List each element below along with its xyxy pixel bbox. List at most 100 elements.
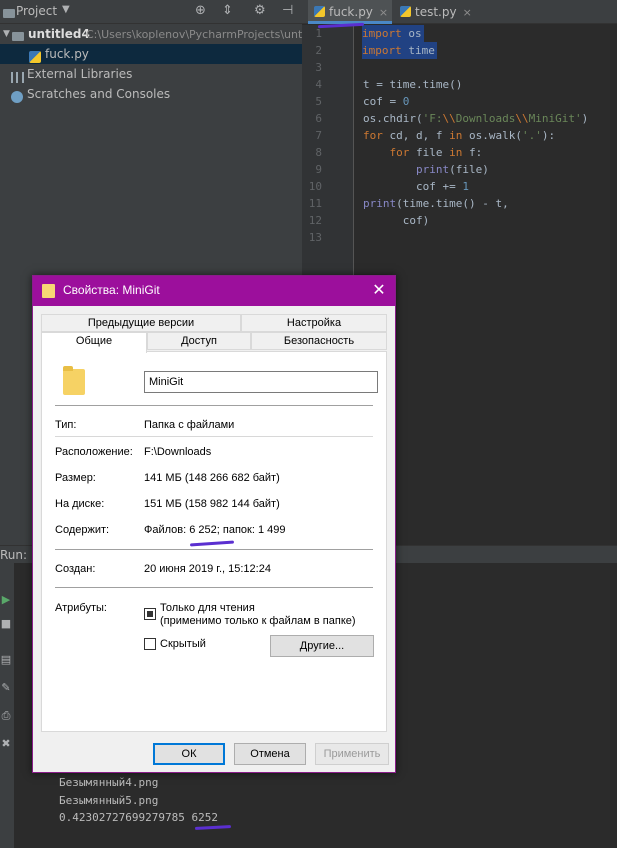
- console-line: 0.42302727699279785 6252: [59, 811, 218, 824]
- contains-label: Содержит:: [55, 524, 110, 536]
- tab-test-py[interactable]: test.py ×: [394, 0, 478, 24]
- divider: [55, 549, 373, 550]
- code-line: for cd, d, f in os.walk('.'):: [363, 129, 556, 142]
- tree-item-untitled4[interactable]: ▼ untitled4 C:\Users\koplenov\PycharmPro…: [0, 24, 302, 44]
- created-label: Создан:: [55, 563, 96, 575]
- code-line: cof = 0: [363, 95, 410, 108]
- code-line: for file in f:: [389, 146, 483, 159]
- folder-name-input[interactable]: [144, 371, 378, 393]
- type-value: Папка с файлами: [144, 419, 235, 431]
- tab-fuck-py[interactable]: fuck.py ×: [308, 0, 392, 24]
- location-value: F:\Downloads: [144, 446, 212, 458]
- line-number: 8: [315, 146, 322, 159]
- apply-button[interactable]: Применить: [315, 743, 389, 765]
- collapse-icon[interactable]: ⇕: [222, 3, 233, 18]
- readonly-note: (применимо только к файлам в папке): [160, 615, 356, 627]
- dialog-title: Свойства: MiniGit: [63, 283, 160, 297]
- project-name: untitled4: [28, 27, 90, 41]
- console-line: Безымянный5.png: [59, 794, 159, 807]
- dialog-titlebar[interactable]: Свойства: MiniGit ✕: [33, 276, 395, 306]
- code-line: import time: [362, 42, 437, 59]
- code-line: print(file): [415, 163, 489, 176]
- console-line: Безымянный4.png: [59, 776, 159, 789]
- line-number: 1: [315, 27, 322, 40]
- chevron-down-icon[interactable]: ▼: [62, 4, 70, 15]
- tab-customize[interactable]: Настройка: [241, 314, 387, 332]
- readonly-label: Только для чтения: [160, 602, 255, 614]
- tree-item-label: Scratches and Consoles: [27, 87, 171, 101]
- line-number: 11: [308, 197, 322, 210]
- advanced-button[interactable]: Другие...: [270, 635, 374, 657]
- folder-icon: [42, 284, 55, 298]
- tab-label: fuck.py: [329, 5, 373, 19]
- code-line: cof += 1: [363, 180, 469, 193]
- attributes-label: Атрибуты:: [55, 602, 107, 614]
- type-label: Тип:: [55, 419, 77, 431]
- expand-arrow-icon[interactable]: ▼: [3, 29, 10, 39]
- project-toolbar: Project ▼ ⊕ ⇕ ⚙ ⊣: [0, 0, 302, 24]
- tree-item-scratches[interactable]: Scratches and Consoles: [0, 84, 302, 104]
- code-line: cof): [363, 214, 430, 227]
- line-number: 13: [308, 231, 322, 244]
- line-number: 4: [315, 78, 322, 91]
- hide-icon[interactable]: ⊣: [282, 3, 293, 18]
- line-number: 12: [308, 214, 322, 227]
- size-value: 141 МБ (148 266 682 байт): [144, 472, 280, 484]
- tab-general[interactable]: Общие: [41, 332, 147, 353]
- print-icon[interactable]: ⎙: [0, 709, 12, 723]
- rerun-icon[interactable]: ▶: [0, 593, 12, 606]
- cancel-button[interactable]: Отмена: [234, 743, 306, 765]
- tree-item-label: fuck.py: [45, 47, 89, 61]
- editor-tab-bar: fuck.py × test.py ×: [302, 0, 617, 24]
- stop-icon[interactable]: ■: [0, 617, 12, 630]
- tab-label: test.py: [415, 5, 457, 19]
- trash-icon[interactable]: ✖: [0, 737, 12, 750]
- code-line: import os: [362, 25, 424, 42]
- tree-item-external-libraries[interactable]: External Libraries: [0, 64, 302, 84]
- tab-security[interactable]: Безопасность: [251, 332, 387, 350]
- readonly-checkbox[interactable]: [144, 608, 156, 620]
- line-number: 2: [315, 44, 322, 57]
- created-value: 20 июня 2019 г., 15:12:24: [144, 563, 271, 575]
- run-panel-toolbar: ▶ ■ ▤ ✎ ⎙ ✖: [0, 563, 14, 848]
- size-label: Размер:: [55, 472, 96, 484]
- tree-item-label: External Libraries: [27, 67, 133, 81]
- line-number: 7: [315, 129, 322, 142]
- folder-icon: [63, 366, 85, 395]
- properties-dialog: Свойства: MiniGit ✕ Предыдущие версии На…: [32, 275, 396, 773]
- disk-size-label: На диске:: [55, 498, 105, 510]
- code-line: t = time.time(): [363, 78, 463, 91]
- tab-sharing[interactable]: Доступ: [147, 332, 251, 350]
- tab-previous-versions[interactable]: Предыдущие версии: [41, 314, 241, 332]
- gear-icon[interactable]: ⚙: [254, 3, 266, 18]
- tree-item-fuck-py[interactable]: fuck.py: [0, 44, 302, 64]
- hidden-checkbox[interactable]: [144, 638, 156, 650]
- line-number: 6: [315, 112, 322, 125]
- hidden-label: Скрытый: [160, 638, 206, 650]
- target-icon[interactable]: ⊕: [195, 3, 206, 18]
- project-path: C:\Users\koplenov\PycharmProjects\untit: [86, 28, 302, 41]
- contains-value: Файлов: 6 252; папок: 1 499: [144, 524, 286, 536]
- project-panel-title[interactable]: Project: [16, 4, 57, 18]
- pin-icon[interactable]: ✎: [0, 681, 12, 694]
- python-file-icon: [400, 6, 411, 17]
- folder-icon: [3, 7, 15, 21]
- ok-button[interactable]: ОК: [153, 743, 225, 765]
- line-number: 10: [308, 180, 322, 193]
- run-panel-label: Run:: [0, 548, 28, 562]
- close-icon[interactable]: ×: [463, 6, 472, 19]
- line-number: 9: [315, 163, 322, 176]
- code-line: os.chdir('F:\\Downloads\\MiniGit'): [363, 112, 589, 125]
- disk-size-value: 151 МБ (158 982 144 байт): [144, 498, 280, 510]
- divider: [55, 405, 373, 406]
- close-icon[interactable]: ✕: [363, 276, 395, 306]
- line-number: 3: [315, 61, 322, 74]
- divider: [55, 587, 373, 588]
- python-file-icon: [314, 6, 325, 17]
- close-icon[interactable]: ×: [379, 6, 388, 19]
- location-label: Расположение:: [55, 446, 133, 458]
- line-number: 5: [315, 95, 322, 108]
- layout-icon[interactable]: ▤: [0, 653, 12, 666]
- code-line: print(time.time() - t,: [363, 197, 509, 210]
- divider: [55, 436, 373, 437]
